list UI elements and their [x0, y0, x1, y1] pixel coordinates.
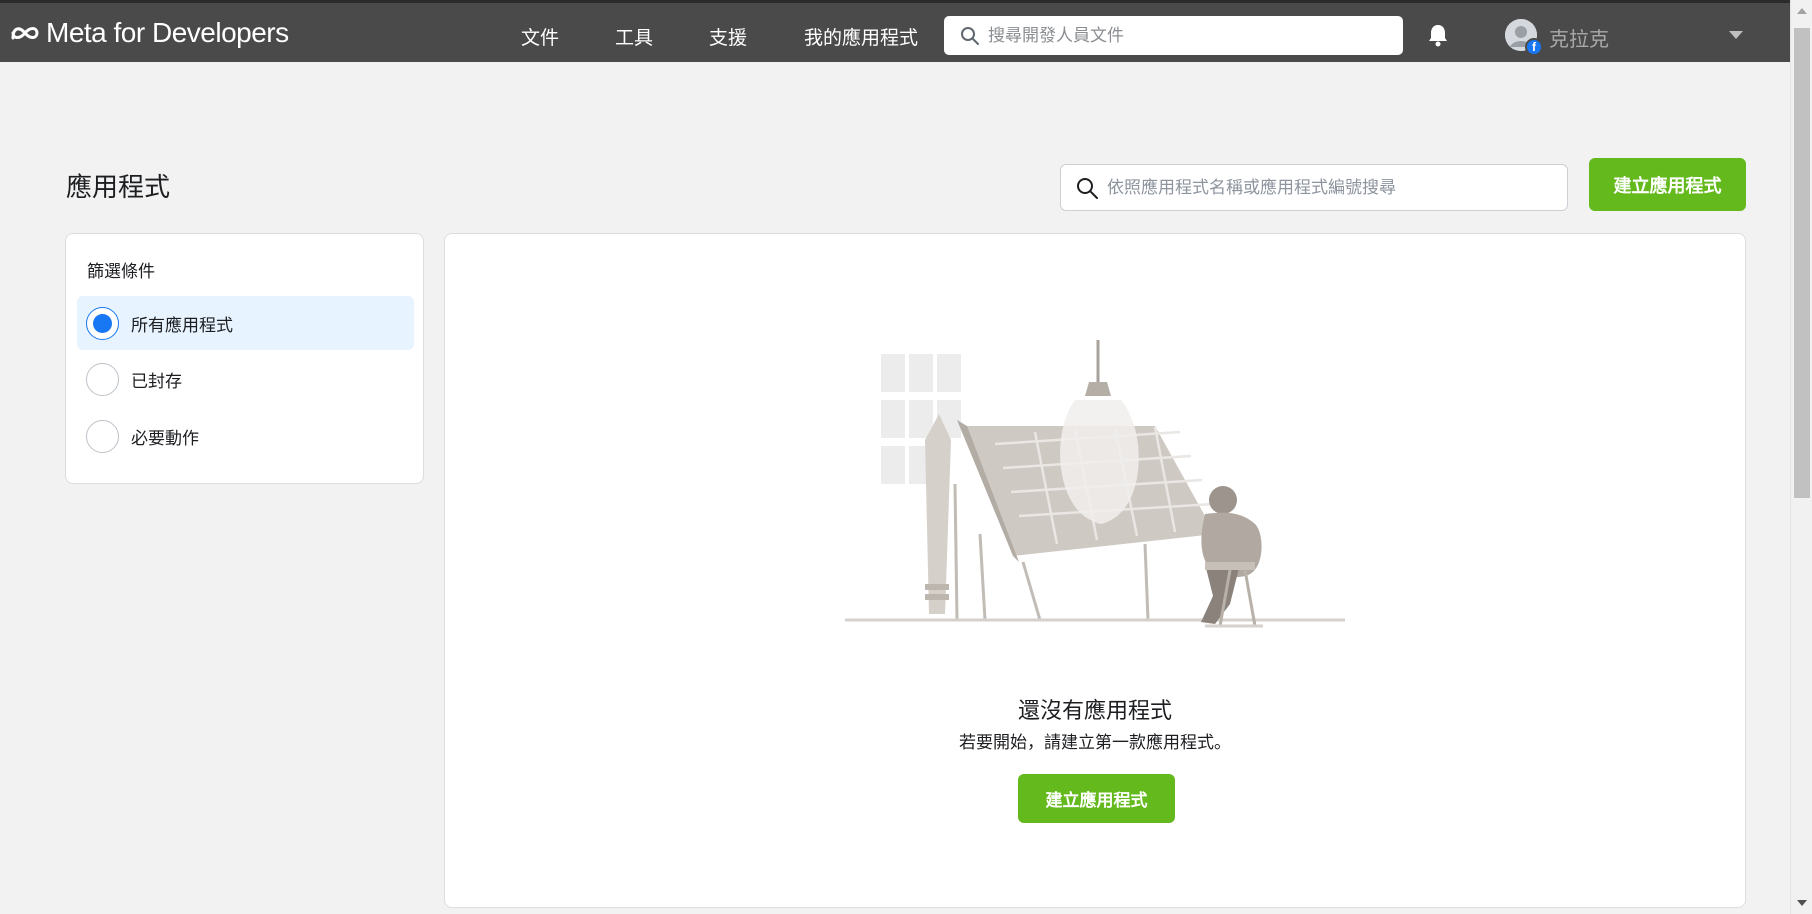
filter-option-archived[interactable]: 已封存 [77, 352, 414, 406]
app-search-input[interactable] [1107, 177, 1547, 198]
filter-option-all-apps[interactable]: 所有應用程式 [77, 296, 414, 350]
docs-search-box[interactable] [944, 16, 1403, 55]
meta-logo-icon [11, 27, 39, 40]
facebook-badge-icon: f [1525, 38, 1543, 56]
scroll-up-arrow-icon[interactable] [1797, 8, 1807, 14]
nav-link-tools[interactable]: 工具 [615, 23, 653, 50]
filter-option-label: 必要動作 [131, 428, 199, 449]
brand-name: Meta for Developers [46, 17, 289, 48]
filter-title: 篩選條件 [87, 262, 155, 282]
filter-option-label: 所有應用程式 [131, 315, 233, 336]
page-title: 應用程式 [66, 173, 171, 203]
avatar[interactable]: f [1505, 19, 1543, 56]
apps-list-card: 還沒有應用程式 若要開始，請建立第一款應用程式。 建立應用程式 [444, 233, 1746, 908]
docs-search-input[interactable] [988, 25, 1368, 46]
search-icon [960, 26, 980, 46]
create-app-button[interactable]: 建立應用程式 [1589, 158, 1746, 211]
page-scrollbar[interactable] [1790, 0, 1812, 914]
filter-option-label: 已封存 [131, 371, 182, 392]
empty-state-subtitle: 若要開始，請建立第一款應用程式。 [959, 733, 1231, 753]
empty-state-title: 還沒有應用程式 [1017, 699, 1172, 724]
radio-button[interactable] [86, 362, 119, 396]
app-search-box[interactable] [1060, 164, 1568, 211]
nav-link-my-apps[interactable]: 我的應用程式 [804, 23, 918, 50]
filter-option-action-required[interactable]: 必要動作 [77, 409, 414, 463]
username[interactable]: 克拉克 [1549, 23, 1609, 52]
nav-link-support[interactable]: 支援 [709, 23, 747, 50]
chevron-down-icon[interactable] [1729, 31, 1743, 39]
top-nav-bar: Meta for Developers 文件 工具 支援 我的應用程式 f 克拉… [0, 0, 1790, 62]
meta-for-developers-logo[interactable]: Meta for Developers [10, 17, 289, 49]
filter-panel: 篩選條件 所有應用程式 已封存 必要動作 [65, 233, 424, 484]
empty-state-illustration [845, 340, 1345, 628]
radio-button[interactable] [86, 306, 119, 340]
bell-icon[interactable] [1426, 23, 1450, 51]
scroll-down-arrow-icon[interactable] [1797, 900, 1807, 906]
radio-selected-dot [93, 313, 112, 333]
create-first-app-button[interactable]: 建立應用程式 [1018, 774, 1175, 823]
radio-button[interactable] [86, 419, 119, 453]
nav-link-docs[interactable]: 文件 [521, 23, 559, 50]
scroll-thumb[interactable] [1794, 28, 1810, 498]
search-icon [1075, 176, 1099, 200]
